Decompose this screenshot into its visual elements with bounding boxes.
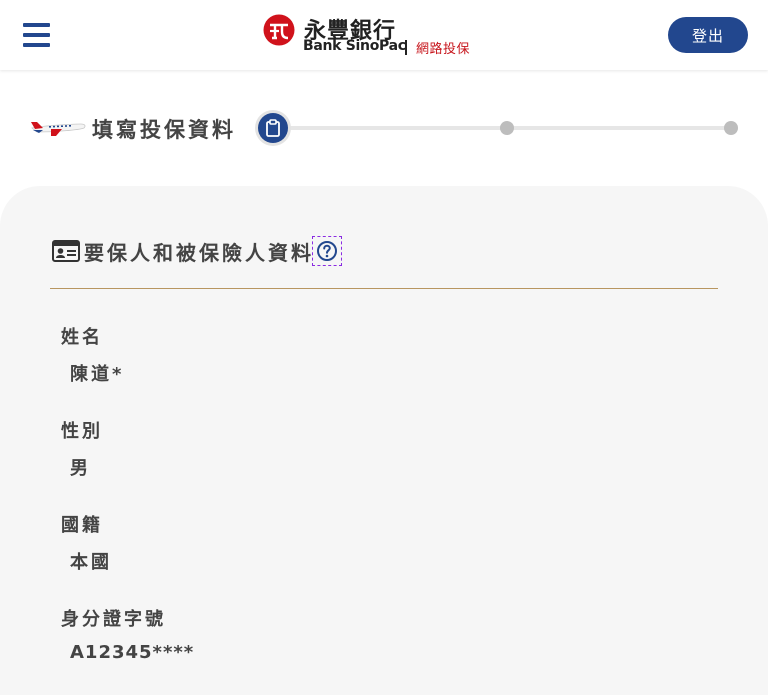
step-1-active bbox=[255, 110, 291, 146]
step-progress-bar: 填寫投保資料 bbox=[0, 70, 768, 186]
field-value-gender: 男 bbox=[70, 458, 91, 479]
step-2-dot bbox=[500, 121, 514, 135]
brand-subtitle: 網路投保 bbox=[416, 42, 471, 57]
field-value-nationality: 本國 bbox=[70, 552, 112, 573]
field-label-name: 姓名 bbox=[61, 327, 103, 348]
help-button[interactable] bbox=[312, 236, 342, 266]
field-value-name: 陳道* bbox=[70, 364, 125, 385]
step-title: 填寫投保資料 bbox=[92, 118, 236, 142]
field-label-id-number: 身分證字號 bbox=[61, 609, 166, 630]
clipboard-icon bbox=[266, 119, 280, 137]
main-content: 要保人和被保險人資料 姓名 陳道* 性別 男 國籍 本國 身分證字號 A1234… bbox=[0, 186, 768, 695]
field-label-nationality: 國籍 bbox=[61, 515, 103, 536]
hamburger-menu-icon[interactable] bbox=[23, 23, 50, 47]
brand-name-en: Bank SinoPac bbox=[303, 38, 406, 54]
id-card-icon bbox=[52, 240, 80, 262]
question-circle-icon bbox=[317, 241, 337, 261]
section-title: 要保人和被保險人資料 bbox=[84, 241, 314, 265]
brand-separator bbox=[405, 40, 407, 55]
airplane-icon bbox=[31, 122, 86, 136]
sinopac-logo-icon bbox=[263, 14, 295, 46]
top-header: 永豐銀行 Bank SinoPac 網路投保 登出 bbox=[0, 0, 768, 70]
field-value-id-number: A12345**** bbox=[70, 642, 195, 663]
section-divider bbox=[50, 288, 718, 289]
bank-logo[interactable]: 永豐銀行 Bank SinoPac 網路投保 bbox=[263, 14, 478, 58]
field-label-gender: 性別 bbox=[61, 421, 103, 442]
step-3-dot bbox=[724, 121, 738, 135]
logout-button[interactable]: 登出 bbox=[668, 17, 748, 53]
